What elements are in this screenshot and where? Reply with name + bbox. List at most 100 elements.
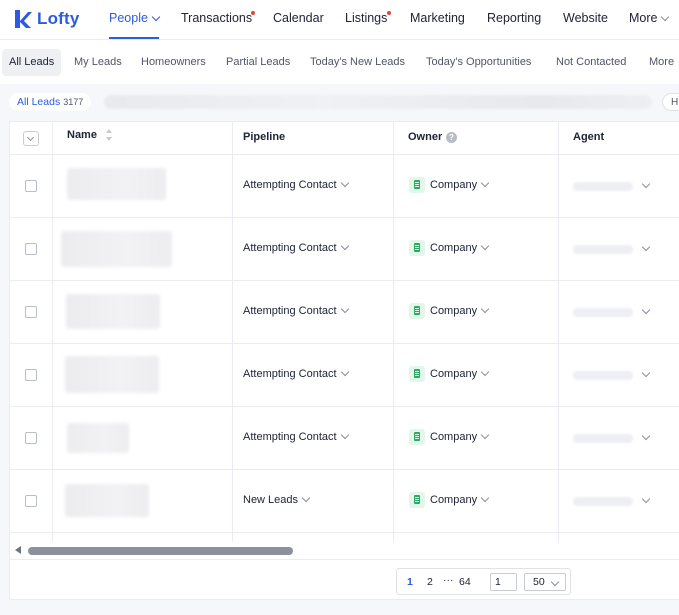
lofty-logo-icon bbox=[15, 10, 32, 28]
chevron-down-icon[interactable] bbox=[641, 242, 651, 252]
page-jump-input[interactable]: 1 bbox=[490, 573, 517, 591]
pagination: 1 2 ··· 64 1 50 bbox=[396, 568, 571, 595]
chevron-down-icon[interactable] bbox=[641, 179, 651, 189]
nav-transactions[interactable]: Transactions bbox=[181, 11, 252, 25]
chevron-down-icon bbox=[480, 304, 490, 314]
scrollbar-thumb[interactable] bbox=[28, 547, 293, 555]
lead-name-redacted[interactable] bbox=[67, 423, 129, 453]
pipeline-dropdown[interactable]: Attempting Contact bbox=[243, 430, 349, 443]
row-checkbox[interactable] bbox=[25, 369, 37, 381]
company-icon bbox=[409, 366, 425, 382]
leads-table: Name Pipeline Owner ? Agent Attempting C… bbox=[9, 121, 679, 600]
row-checkbox[interactable] bbox=[25, 495, 37, 507]
table-row[interactable]: Attempting Contact Company bbox=[10, 155, 679, 218]
nav-more[interactable]: More bbox=[629, 11, 670, 25]
row-checkbox[interactable] bbox=[25, 306, 37, 318]
nav-marketing[interactable]: Marketing bbox=[410, 11, 465, 25]
filter-bar: All Leads 3177 H bbox=[0, 88, 679, 116]
lead-name-redacted[interactable] bbox=[65, 356, 159, 393]
filter-chip[interactable]: H bbox=[662, 93, 679, 111]
horizontal-scrollbar[interactable] bbox=[10, 542, 679, 560]
chevron-down-icon bbox=[480, 430, 490, 440]
chevron-down-icon[interactable] bbox=[641, 494, 651, 504]
page-1-button[interactable]: 1 bbox=[407, 576, 413, 588]
chevron-down-icon bbox=[480, 178, 490, 188]
company-icon bbox=[409, 492, 425, 508]
brand-name: Lofty bbox=[37, 9, 80, 28]
table-footer: 1 2 ··· 64 1 50 bbox=[10, 559, 679, 599]
tab-more[interactable]: More bbox=[649, 56, 674, 68]
pipeline-dropdown[interactable]: New Leads bbox=[243, 493, 311, 506]
row-checkbox[interactable] bbox=[25, 180, 37, 192]
lofty-logo[interactable]: Lofty bbox=[13, 7, 80, 31]
table-row[interactable]: Attempting Contact Company bbox=[10, 407, 679, 470]
lead-name-redacted[interactable] bbox=[65, 484, 149, 517]
row-checkbox[interactable] bbox=[25, 432, 37, 444]
lead-name-redacted[interactable] bbox=[67, 168, 166, 200]
nav-calendar[interactable]: Calendar bbox=[273, 11, 324, 25]
pipeline-dropdown[interactable]: Attempting Contact bbox=[243, 241, 349, 254]
all-leads-filter-chip[interactable]: All Leads 3177 bbox=[9, 93, 92, 111]
owner-dropdown[interactable]: Company bbox=[409, 491, 490, 509]
tab-partial-leads[interactable]: Partial Leads bbox=[226, 56, 290, 68]
sort-icon[interactable] bbox=[106, 129, 112, 143]
column-agent[interactable]: Agent bbox=[573, 131, 604, 143]
nav-reporting[interactable]: Reporting bbox=[487, 11, 541, 25]
agent-name-redacted bbox=[573, 497, 633, 506]
chevron-down-icon bbox=[26, 133, 35, 142]
chevron-down-icon bbox=[480, 367, 490, 377]
top-navigation: Lofty People Transactions Calendar Listi… bbox=[0, 0, 679, 40]
page-2-button[interactable]: 2 bbox=[427, 576, 433, 588]
filter-label: All Leads bbox=[17, 96, 61, 108]
active-nav-indicator bbox=[109, 37, 159, 39]
owner-dropdown[interactable]: Company bbox=[409, 365, 490, 383]
company-icon bbox=[409, 429, 425, 445]
nav-people[interactable]: People bbox=[109, 11, 161, 25]
lead-name-redacted[interactable] bbox=[66, 294, 160, 329]
tab-my-leads[interactable]: My Leads bbox=[74, 56, 122, 68]
pipeline-dropdown[interactable]: Attempting Contact bbox=[243, 178, 349, 191]
table-row[interactable]: New Leads Company bbox=[10, 470, 679, 533]
column-owner[interactable]: Owner bbox=[408, 131, 442, 143]
row-checkbox[interactable] bbox=[25, 243, 37, 255]
page-ellipsis[interactable]: ··· bbox=[443, 574, 454, 586]
agent-name-redacted bbox=[573, 245, 633, 254]
chevron-down-icon bbox=[661, 12, 670, 22]
nav-listings[interactable]: Listings bbox=[345, 11, 387, 25]
chevron-down-icon bbox=[151, 12, 161, 22]
owner-dropdown[interactable]: Company bbox=[409, 239, 490, 257]
chevron-down-icon bbox=[480, 241, 490, 251]
table-header: Name Pipeline Owner ? Agent bbox=[10, 122, 679, 155]
chevron-down-icon bbox=[340, 241, 349, 251]
page-64-button[interactable]: 64 bbox=[459, 576, 471, 588]
tab-all-leads[interactable]: All Leads bbox=[2, 49, 61, 76]
scroll-left-arrow-icon[interactable] bbox=[15, 546, 21, 554]
owner-dropdown[interactable]: Company bbox=[409, 176, 490, 194]
tab-homeowners[interactable]: Homeowners bbox=[141, 56, 206, 68]
tab-todays-new-leads[interactable]: Today's New Leads bbox=[310, 56, 405, 68]
table-row[interactable]: Attempting Contact Company bbox=[10, 344, 679, 407]
column-name[interactable]: Name bbox=[67, 129, 97, 141]
company-icon bbox=[409, 303, 425, 319]
chevron-down-icon[interactable] bbox=[641, 368, 651, 378]
pipeline-dropdown[interactable]: Attempting Contact bbox=[243, 367, 349, 380]
nav-website[interactable]: Website bbox=[563, 11, 608, 25]
pipeline-dropdown[interactable]: Attempting Contact bbox=[243, 304, 349, 317]
lead-name-redacted[interactable] bbox=[61, 231, 172, 267]
chevron-down-icon bbox=[480, 493, 490, 503]
page-size-select[interactable]: 50 bbox=[524, 573, 566, 591]
tab-todays-opportunities[interactable]: Today's Opportunities bbox=[426, 56, 531, 68]
column-pipeline[interactable]: Pipeline bbox=[243, 131, 285, 143]
help-icon[interactable]: ? bbox=[446, 132, 457, 143]
table-row[interactable]: Attempting Contact Company bbox=[10, 218, 679, 281]
lead-count: 3177 bbox=[63, 97, 84, 107]
owner-dropdown[interactable]: Company bbox=[409, 302, 490, 320]
agent-name-redacted bbox=[573, 434, 633, 443]
chevron-down-icon[interactable] bbox=[641, 305, 651, 315]
agent-name-redacted bbox=[573, 308, 633, 317]
owner-dropdown[interactable]: Company bbox=[409, 428, 490, 446]
table-row[interactable]: Attempting Contact Company bbox=[10, 281, 679, 344]
tab-not-contacted[interactable]: Not Contacted bbox=[556, 56, 626, 68]
chevron-down-icon[interactable] bbox=[641, 431, 651, 441]
select-all-dropdown[interactable] bbox=[23, 131, 39, 146]
